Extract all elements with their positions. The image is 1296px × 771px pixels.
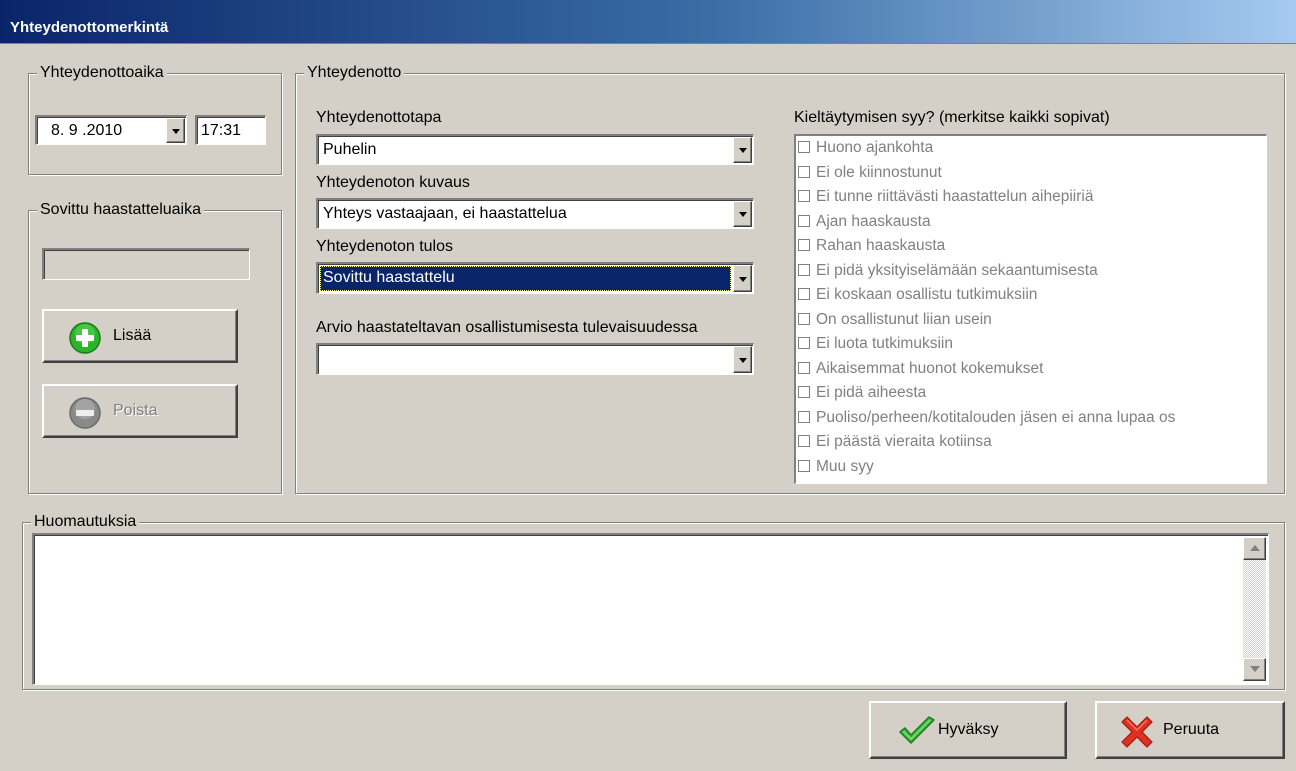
refusal-reason-label: Ei tunne riittävästi haastattelun aihepi… (816, 188, 1094, 205)
refusal-reason-label: Aikaisemmat huonot kokemukset (816, 359, 1044, 377)
refusal-reason-item[interactable]: Huono ajankohta (796, 136, 1266, 161)
contact-time-field[interactable]: 17:31 (195, 115, 266, 145)
refusal-reason-label: Huono ajankohta (816, 139, 934, 156)
contact-description-dropdown-button[interactable] (733, 201, 752, 227)
refusal-reason-item[interactable]: Puoliso/perheen/kotitalouden jäsen ei an… (796, 406, 1266, 431)
checkmark-icon (899, 716, 935, 744)
refusal-reason-label: Ei pidä aiheesta (816, 384, 927, 401)
remove-button-label: Poista (113, 402, 158, 419)
window-title: Yhteydenottomerkintä (10, 19, 169, 36)
refusal-reason-item[interactable]: On osallistunut liian usein (796, 308, 1266, 333)
accept-button-label: Hyväksy (938, 721, 999, 738)
checkbox[interactable] (798, 312, 810, 325)
checkbox[interactable] (798, 410, 810, 423)
refusal-reason-label: On osallistunut liian usein (816, 310, 992, 328)
refusal-reason-label: Ei luota tutkimuksiin (816, 335, 953, 352)
checkbox[interactable] (798, 386, 810, 398)
checkbox[interactable] (798, 214, 810, 227)
contact-result-dropdown-button[interactable] (733, 265, 752, 292)
contact-result-label: Yhteydenoton tulos (316, 238, 453, 255)
contact-time-value: 17:31 (201, 122, 242, 139)
refusal-reason-item[interactable]: Ei koskaan osallistu tutkimuksiin (796, 283, 1266, 308)
checkbox[interactable] (798, 165, 810, 178)
scroll-up-button[interactable] (1243, 537, 1266, 560)
contact-result-value: Sovittu haastattelu (323, 269, 455, 286)
refusal-reason-item[interactable]: Ajan haaskausta (796, 210, 1266, 235)
checkbox[interactable] (798, 263, 810, 276)
refusal-reason-list: Huono ajankohta Ei ole kiinnostunut Ei tun… (794, 134, 1267, 484)
agreed-interview-legend: Sovittu haastatteluaika (37, 201, 204, 219)
refusal-reason-label: Puoliso/perheen/kotitalouden jäsen ei an… (816, 408, 1176, 426)
refusal-reason-label: Ei pidä yksityiselämään sekaantumisesta (816, 261, 1098, 279)
future-participation-dropdown-button[interactable] (733, 346, 752, 373)
refusal-reason-label: Rahan haaskausta (816, 237, 946, 254)
accept-button[interactable]: Hyväksy (869, 701, 1067, 759)
checkbox[interactable] (798, 361, 810, 374)
scroll-down-button[interactable] (1243, 658, 1266, 681)
future-participation-select[interactable] (316, 343, 754, 375)
minus-icon (69, 397, 101, 429)
refusal-reason-item[interactable]: Ei tunne riittävästi haastattelun aihepi… (796, 185, 1266, 210)
refusal-reason-item[interactable]: Ei päästä vieraita kotiinsa (796, 430, 1266, 455)
refusal-reason-label: Ajan haaskausta (816, 212, 931, 230)
add-button[interactable]: Lisää (42, 309, 238, 363)
refusal-reason-label: Ei päästä vieraita kotiinsa (816, 433, 992, 450)
refusal-reason-item[interactable]: Muu syy (796, 455, 1266, 480)
checkbox[interactable] (798, 435, 810, 447)
refusal-reason-item[interactable]: Ei pidä aiheesta (796, 381, 1266, 406)
contact-date-value: 8. 9 .2010 (51, 122, 123, 139)
contact-result-select[interactable]: Sovittu haastattelu (316, 262, 754, 294)
refusal-reason-item[interactable]: Rahan haaskausta (796, 234, 1266, 259)
notes-textarea[interactable] (32, 533, 1269, 685)
cross-icon (1121, 716, 1153, 748)
checkbox[interactable] (798, 190, 810, 202)
checkbox[interactable] (798, 141, 810, 153)
plus-icon (69, 322, 101, 354)
contact-date-picker[interactable]: 8. 9 .2010 (35, 115, 187, 145)
checkbox[interactable] (798, 288, 810, 300)
refusal-reason-item[interactable]: Ei pidä yksityiselämään sekaantumisesta (796, 259, 1266, 284)
contact-method-dropdown-button[interactable] (733, 137, 752, 163)
contact-method-label: Yhteydenottotapa (316, 109, 442, 126)
contact-method-value: Puhelin (323, 141, 377, 158)
contact-time-legend: Yhteydenottoaika (37, 64, 167, 82)
notes-legend: Huomautuksia (31, 513, 140, 531)
refusal-reason-label: Kieltäytymisen syy? (merkitse kaikki sop… (794, 109, 1110, 126)
contact-description-select[interactable]: Yhteys vastaajaan, ei haastattelua (316, 198, 754, 229)
checkbox[interactable] (798, 239, 810, 251)
refusal-reason-label: Ei ole kiinnostunut (816, 163, 942, 181)
agreed-interview-field (42, 248, 250, 280)
refusal-reason-label: Ei koskaan osallistu tutkimuksiin (816, 286, 1038, 303)
date-dropdown-button[interactable] (166, 118, 185, 143)
refusal-reason-label: Muu syy (816, 457, 874, 475)
refusal-reason-item[interactable]: Ei luota tutkimuksiin (796, 332, 1266, 357)
checkbox[interactable] (798, 459, 810, 472)
add-button-label: Lisää (113, 327, 152, 344)
window-titlebar: Yhteydenottomerkintä (0, 0, 1296, 44)
cancel-button[interactable]: Peruuta (1095, 701, 1285, 759)
future-participation-label: Arvio haastateltavan osallistumisesta tu… (316, 319, 698, 336)
cancel-button-label: Peruuta (1163, 721, 1220, 738)
contact-legend: Yhteydenotto (304, 64, 405, 82)
contact-method-select[interactable]: Puhelin (316, 134, 754, 165)
refusal-reason-item[interactable]: Ei ole kiinnostunut (796, 161, 1266, 186)
contact-description-value: Yhteys vastaajaan, ei haastattelua (323, 205, 567, 222)
checkbox[interactable] (798, 337, 810, 349)
remove-button[interactable]: Poista (42, 384, 238, 438)
contact-description-label: Yhteydenoton kuvaus (316, 174, 470, 191)
refusal-reason-item[interactable]: Aikaisemmat huonot kokemukset (796, 357, 1266, 382)
